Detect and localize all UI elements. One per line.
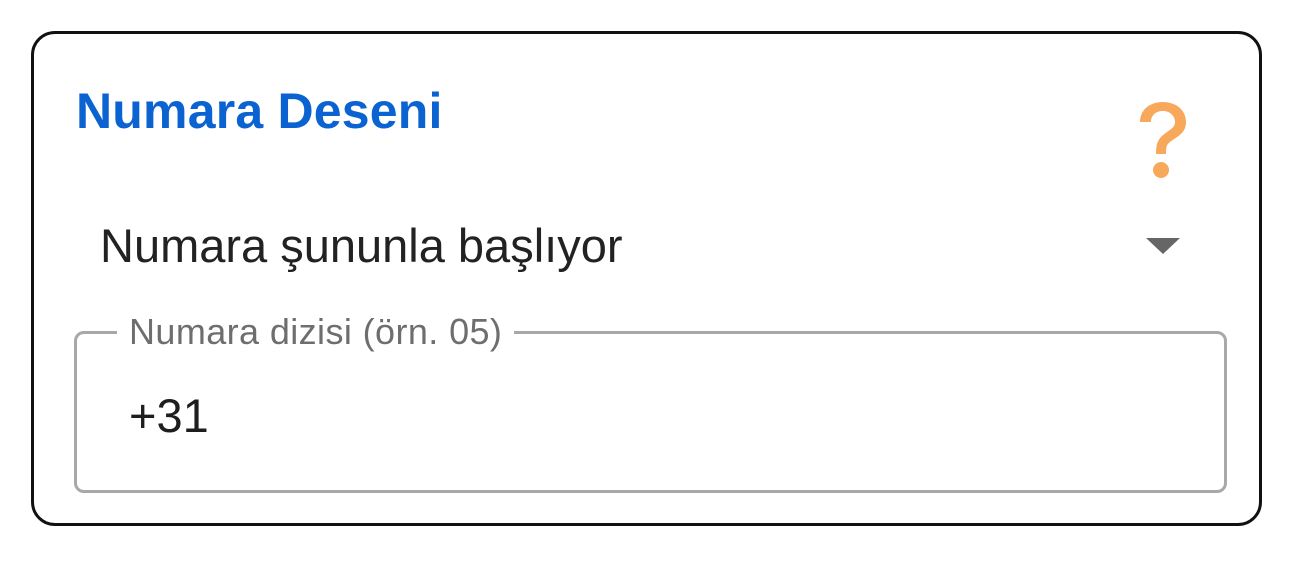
section-title: Numara Deseni <box>76 83 443 139</box>
question-mark-icon[interactable] <box>1132 100 1192 186</box>
dropdown-arrow-icon <box>1146 238 1180 254</box>
match-type-dropdown[interactable]: Numara şununla başlıyor <box>100 214 1180 284</box>
number-sequence-input-value[interactable]: +31 <box>129 392 209 439</box>
match-type-selected-value: Numara şununla başlıyor <box>100 219 623 272</box>
number-sequence-label: Numara dizisi (örn. 05) <box>117 309 515 355</box>
number-pattern-card: Numara Deseni Numara şununla başlıyor Nu… <box>31 31 1262 526</box>
number-sequence-field[interactable]: Numara dizisi (örn. 05) +31 <box>74 309 1227 493</box>
